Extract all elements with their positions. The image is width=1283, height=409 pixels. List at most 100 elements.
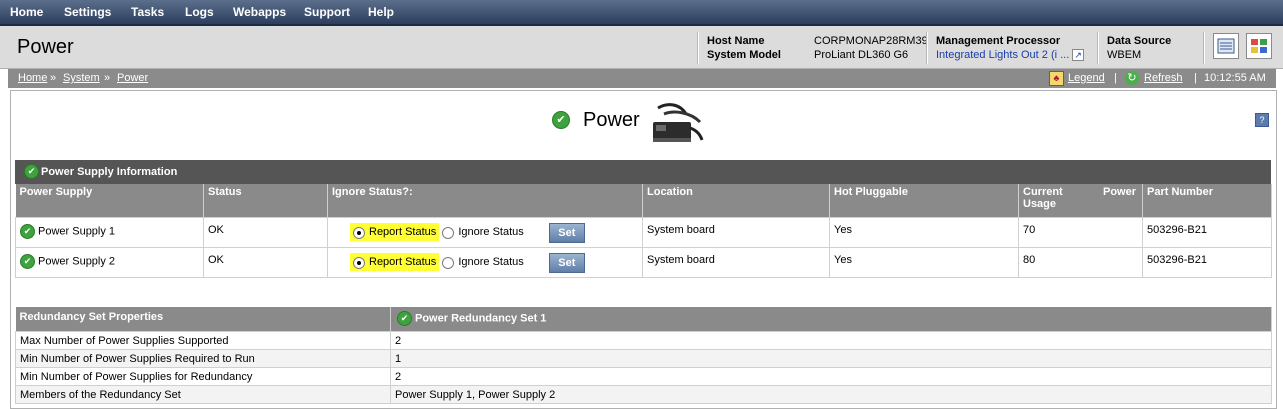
breadcrumb-power[interactable]: Power xyxy=(117,72,148,84)
ps-current-usage: 80 xyxy=(1018,246,1143,278)
breadcrumb-separator: » xyxy=(50,72,57,84)
ps-name: Power Supply 1 xyxy=(38,224,116,237)
mgmt-processor-label: Management Processor xyxy=(936,35,1061,47)
redundancy-prop-label: Min Number of Power Supplies for Redunda… xyxy=(15,366,391,386)
power-supply-table: Power Supply Status Ignore Status?: Loca… xyxy=(15,184,1272,278)
page-heading: Power xyxy=(583,109,640,131)
page-title: Power xyxy=(17,36,74,58)
nav-support[interactable]: Support xyxy=(304,5,350,19)
host-name-label: Host Name xyxy=(707,35,765,47)
col-power-label: Power xyxy=(1102,186,1136,198)
table-row: Max Number of Power Supplies Supported 2 xyxy=(15,330,1272,350)
legend-icon: ♣ xyxy=(1049,71,1064,86)
grid-view-button[interactable] xyxy=(1246,33,1272,59)
report-status-option[interactable]: Report Status xyxy=(350,223,440,242)
col-location: Location xyxy=(642,184,830,217)
col-status: Status xyxy=(203,184,328,217)
report-status-option[interactable]: Report Status xyxy=(350,253,440,272)
header-divider xyxy=(926,32,928,64)
top-nav: Home Settings Tasks Logs Webapps Support… xyxy=(0,0,1283,26)
redundancy-table: Redundancy Set Properties ✔ Power Redunda… xyxy=(15,307,1272,404)
power-supply-image xyxy=(653,103,704,142)
data-source-label: Data Source xyxy=(1107,35,1172,47)
breadcrumb: Home » System » Power ♣ Legend | ↻ Refre… xyxy=(8,69,1276,88)
refresh-link[interactable]: Refresh xyxy=(1144,72,1183,84)
redundancy-properties-header: Redundancy Set Properties xyxy=(15,307,391,331)
table-row: Min Number of Power Supplies for Redunda… xyxy=(15,366,1272,386)
ps-status: OK xyxy=(203,246,328,278)
status-ok-icon: ✔ xyxy=(397,311,412,326)
table-row: Members of the Redundancy Set Power Supp… xyxy=(15,384,1272,404)
col-hot-pluggable: Hot Pluggable xyxy=(829,184,1019,217)
redundancy-prop-value: Power Supply 1, Power Supply 2 xyxy=(390,384,1272,404)
nav-tasks[interactable]: Tasks xyxy=(131,5,164,19)
ps-name: Power Supply 2 xyxy=(38,254,116,267)
set-button[interactable]: Set xyxy=(548,222,585,243)
radio-report-status[interactable] xyxy=(353,226,365,239)
help-icon[interactable]: ? xyxy=(1255,113,1269,127)
radio-report-status[interactable] xyxy=(353,256,365,269)
col-ignore-status: Ignore Status?: xyxy=(327,184,643,217)
list-view-icon xyxy=(1217,38,1235,54)
mgmt-processor-link[interactable]: Integrated Lights Out 2 (i ... ↗ xyxy=(936,49,1084,61)
col-part-number: Part Number xyxy=(1142,184,1272,217)
legend-link[interactable]: Legend xyxy=(1068,72,1105,84)
redundancy-prop-label: Members of the Redundancy Set xyxy=(15,384,391,404)
breadcrumb-home[interactable]: Home xyxy=(18,72,47,84)
table-row: ✔ Power Supply 2 OK Report Status Ignore … xyxy=(15,246,1272,278)
time-display: 10:12:55 AM xyxy=(1204,72,1266,84)
redundancy-prop-value: 1 xyxy=(390,348,1272,368)
redundancy-set-title: Power Redundancy Set 1 xyxy=(415,312,547,325)
redundancy-prop-label: Min Number of Power Supplies Required to… xyxy=(15,348,391,368)
ps-hot-pluggable: Yes xyxy=(829,216,1019,248)
ps-location: System board xyxy=(642,216,830,248)
redundancy-set-header: ✔ Power Redundancy Set 1 xyxy=(390,307,1272,331)
status-ok-icon: ✔ xyxy=(552,111,570,129)
nav-home[interactable]: Home xyxy=(10,5,43,19)
header-divider xyxy=(697,32,699,64)
list-view-button[interactable] xyxy=(1213,33,1239,59)
radio-ignore-status[interactable] xyxy=(442,226,455,239)
system-model-value: ProLiant DL360 G6 xyxy=(814,49,909,61)
col-current-usage-label: Current Usage xyxy=(1023,186,1063,210)
nav-logs[interactable]: Logs xyxy=(185,5,214,19)
ps-status: OK xyxy=(203,216,328,248)
mgmt-processor-value: Integrated Lights Out 2 (i ... xyxy=(936,49,1070,61)
col-power-supply: Power Supply xyxy=(15,184,204,217)
status-ok-icon: ✔ xyxy=(20,253,35,269)
status-ok-icon: ✔ xyxy=(20,223,35,239)
header-divider xyxy=(1097,32,1099,64)
nav-webapps[interactable]: Webapps xyxy=(233,5,286,19)
breadcrumb-system[interactable]: System xyxy=(63,72,100,84)
report-status-label: Report Status xyxy=(369,256,437,269)
col-current-power-usage: Current Usage Power xyxy=(1018,184,1143,217)
ps-location: System board xyxy=(642,246,830,278)
ignore-status-cell: Report Status Ignore Status Set xyxy=(327,246,643,278)
grid-view-icon xyxy=(1251,39,1267,53)
nav-settings[interactable]: Settings xyxy=(64,5,111,19)
ps-name-cell: ✔ Power Supply 1 xyxy=(15,216,204,248)
breadcrumb-separator: » xyxy=(104,72,111,84)
redundancy-prop-label: Max Number of Power Supplies Supported xyxy=(15,330,391,350)
page-header: Power Host Name System Model CORPMONAP28… xyxy=(0,26,1283,69)
external-link-icon: ↗ xyxy=(1072,49,1084,61)
ps-part-number: 503296-B21 xyxy=(1142,216,1272,248)
ignore-status-cell: Report Status Ignore Status Set xyxy=(327,216,643,248)
host-name-value: CORPMONAP28RM39 xyxy=(814,35,928,47)
table-row: Min Number of Power Supplies Required to… xyxy=(15,348,1272,368)
table-row: ✔ Power Supply 1 OK Report Status Ignore … xyxy=(15,216,1272,248)
toolbar-divider: | xyxy=(1194,72,1197,84)
redundancy-prop-value: 2 xyxy=(390,366,1272,386)
redundancy-header-row: Redundancy Set Properties ✔ Power Redunda… xyxy=(15,307,1272,331)
ps-name-cell: ✔ Power Supply 2 xyxy=(15,246,204,278)
ignore-status-label: Ignore Status xyxy=(458,256,524,269)
toolbar-divider: | xyxy=(1114,72,1117,84)
ignore-status-option[interactable]: Ignore Status xyxy=(442,226,524,239)
radio-ignore-status[interactable] xyxy=(442,256,455,269)
report-status-label: Report Status xyxy=(369,226,437,239)
ps-hot-pluggable: Yes xyxy=(829,246,1019,278)
ignore-status-option[interactable]: Ignore Status xyxy=(442,256,524,269)
set-button[interactable]: Set xyxy=(548,252,585,273)
nav-help[interactable]: Help xyxy=(368,5,394,19)
status-ok-icon: ✔ xyxy=(24,164,39,179)
